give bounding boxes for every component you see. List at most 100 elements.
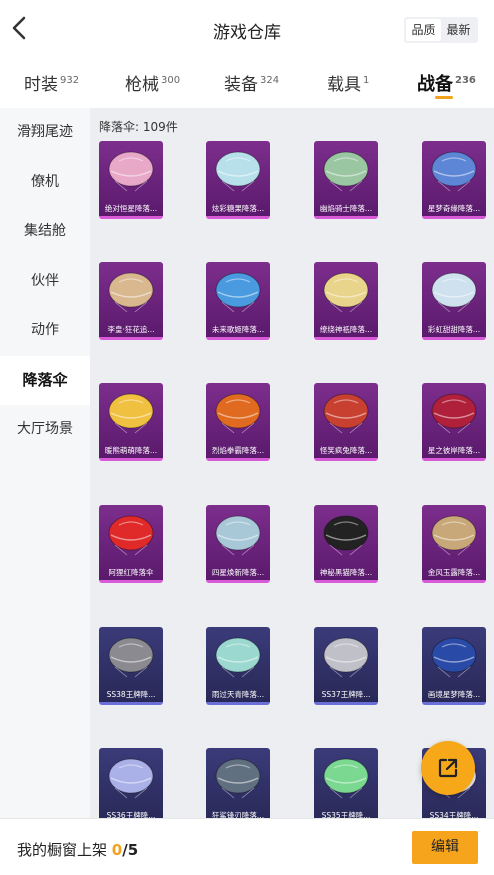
parachute-item-card[interactable]: SS37王牌降... (314, 627, 378, 705)
item-name: 幽焰骑士降落... (319, 204, 373, 213)
item-name: 四星焕新降落... (211, 568, 265, 577)
item-name: 烈焰拳霸降落... (211, 446, 265, 455)
active-tab-indicator (435, 96, 453, 99)
header: 游戏仓库 品质 最新 (0, 0, 494, 58)
category-tabs: 时装 932 枪械 300 装备 324 载具 1 战备 236 (0, 60, 494, 108)
tab-label: 装备 (224, 75, 258, 95)
parachute-icon (215, 151, 261, 192)
parachute-item-card[interactable]: SS38王牌降... (99, 627, 163, 705)
parachute-item-card[interactable]: SS36王牌降... (99, 748, 163, 818)
item-name: SS36王牌降... (106, 811, 156, 818)
parachute-item-card[interactable]: 星之彼岸降落... (422, 383, 486, 461)
edit-button[interactable]: 编辑 (412, 831, 478, 864)
sidebar-item-wingman[interactable]: 僚机 (0, 158, 90, 208)
parachute-item-card[interactable]: 雨过天青降落... (206, 627, 270, 705)
parachute-icon (323, 515, 369, 556)
item-name: 炫彩糖果降落... (211, 204, 265, 213)
parachute-item-card[interactable]: 绝对恒星降落... (99, 141, 163, 219)
share-button[interactable] (421, 741, 475, 795)
item-name: 金风玉露降落... (427, 568, 481, 577)
parachute-icon (215, 272, 261, 313)
item-name: 神秘黑猫降落... (319, 568, 373, 577)
parachute-item-card[interactable]: 狂鲨锋刃降落... (206, 748, 270, 818)
item-name: 彩虹甜甜降落... (427, 325, 481, 334)
parachute-icon (108, 758, 154, 799)
sidebar-item-glide-trail[interactable]: 滑翔尾迹 (0, 108, 90, 158)
share-icon (438, 758, 458, 778)
parachute-item-card[interactable]: 画境星梦降落... (422, 627, 486, 705)
sort-option-quality[interactable]: 品质 (406, 19, 441, 41)
item-name: SS34王牌降... (429, 811, 479, 818)
item-name: 阿狸红降落伞 (108, 568, 154, 577)
parachute-item-card[interactable]: 暖熊萌萌降落... (99, 383, 163, 461)
item-name: 怪笑疯兔降落... (319, 446, 373, 455)
parachute-item-card[interactable]: 神秘黑猫降落... (314, 505, 378, 583)
item-name: SS37王牌降... (321, 690, 371, 699)
showcase-label: 我的橱窗上架 (17, 841, 108, 859)
parachute-icon (431, 637, 477, 678)
item-name: SS35王牌降... (321, 811, 371, 818)
item-name: 画境星梦降落... (427, 690, 481, 699)
tab-equipment[interactable]: 装备 324 (224, 70, 279, 95)
parachute-item-card[interactable]: 幽焰骑士降落... (314, 141, 378, 219)
tab-label: 时装 (24, 75, 58, 95)
parachute-icon (215, 758, 261, 799)
tab-count: 300 (161, 75, 181, 86)
parachute-item-card[interactable]: 未来歌姬降落... (206, 262, 270, 340)
bottom-bar: 我的橱窗上架 0/5 编辑 (0, 818, 494, 875)
showcase-status: 我的橱窗上架 0/5 (17, 839, 138, 860)
parachute-icon (431, 272, 477, 313)
item-name: 缭绕神祇降落... (319, 325, 373, 334)
item-name: 绝对恒星降落... (104, 204, 158, 213)
item-name: SS38王牌降... (106, 690, 156, 699)
tab-label: 枪械 (125, 75, 159, 95)
item-name: 狂鲨锋刃降落... (211, 811, 265, 818)
parachute-icon (323, 393, 369, 434)
item-content: 降落伞: 109件 绝对恒星降落... 炫彩糖果降落... 幽焰骑士降落... 星梦奇… (90, 108, 494, 818)
tab-count: 324 (260, 75, 280, 86)
parachute-icon (323, 637, 369, 678)
parachute-icon (108, 393, 154, 434)
tab-count: 1 (363, 75, 370, 86)
sidebar-item-emote[interactable]: 动作 (0, 306, 90, 356)
tab-label: 载具 (327, 75, 361, 95)
parachute-icon (108, 272, 154, 313)
sidebar-item-parachute[interactable]: 降落伞 (0, 355, 90, 405)
tab-fashion[interactable]: 时装 932 (24, 70, 79, 95)
parachute-item-card[interactable]: 阿狸红降落伞 (99, 505, 163, 583)
parachute-icon (108, 637, 154, 678)
parachute-item-card[interactable]: 金风玉露降落... (422, 505, 486, 583)
showcase-total-count: /5 (122, 841, 139, 859)
parachute-icon (323, 758, 369, 799)
sidebar-item-companion[interactable]: 伙伴 (0, 257, 90, 307)
parachute-item-card[interactable]: 彩虹甜甜降落... (422, 262, 486, 340)
sidebar-item-lobby-scene[interactable]: 大厅场景 (0, 405, 90, 455)
parachute-item-card[interactable]: 炫彩糖果降落... (206, 141, 270, 219)
tab-vehicles[interactable]: 载具 1 (327, 70, 369, 95)
parachute-icon (431, 151, 477, 192)
item-name: 李皇·狂花追... (107, 325, 155, 334)
parachute-icon (431, 393, 477, 434)
sort-option-newest[interactable]: 最新 (441, 19, 476, 41)
parachute-item-card[interactable]: 烈焰拳霸降落... (206, 383, 270, 461)
tab-weapons[interactable]: 枪械 300 (125, 70, 180, 95)
parachute-icon (108, 515, 154, 556)
parachute-icon (323, 151, 369, 192)
tab-combat-supplies[interactable]: 战备 236 (417, 70, 476, 96)
item-count-label: 降落伞: 109件 (99, 120, 178, 134)
tab-count: 236 (455, 75, 476, 86)
parachute-item-card[interactable]: 李皇·狂花追... (99, 262, 163, 340)
sidebar-item-rally-pod[interactable]: 集结舱 (0, 207, 90, 257)
parachute-item-card[interactable]: 星梦奇缘降落... (422, 141, 486, 219)
tab-label: 战备 (417, 74, 453, 95)
parachute-item-card[interactable]: 怪笑疯兔降落... (314, 383, 378, 461)
item-name: 暖熊萌萌降落... (104, 446, 158, 455)
item-name: 星梦奇缘降落... (427, 204, 481, 213)
parachute-item-card[interactable]: SS35王牌降... (314, 748, 378, 818)
parachute-item-card[interactable]: 缭绕神祇降落... (314, 262, 378, 340)
item-name: 星之彼岸降落... (427, 446, 481, 455)
item-name: 未来歌姬降落... (211, 325, 265, 334)
parachute-icon (108, 151, 154, 192)
sidebar: 滑翔尾迹 僚机 集结舱 伙伴 动作 降落伞 大厅场景 (0, 108, 90, 818)
parachute-item-card[interactable]: 四星焕新降落... (206, 505, 270, 583)
